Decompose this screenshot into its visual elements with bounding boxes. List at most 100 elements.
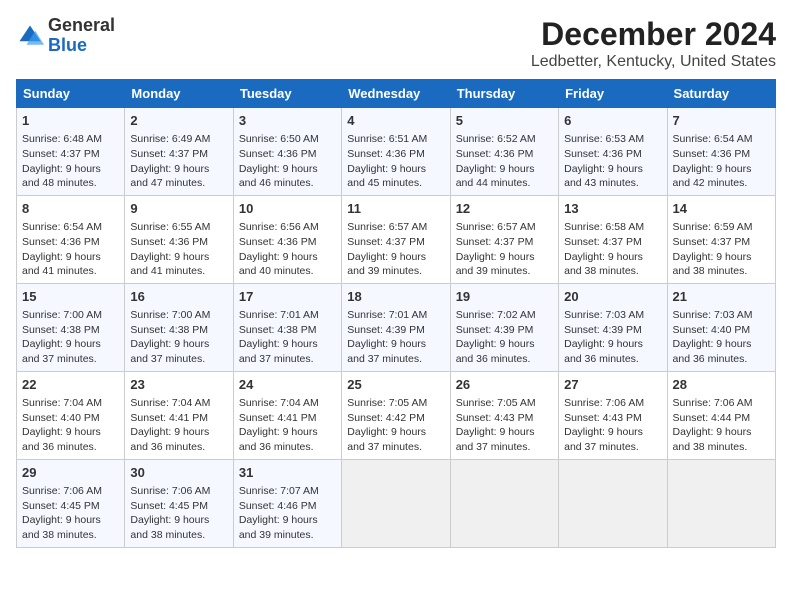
day-number: 29 — [22, 464, 119, 482]
day-info: Sunrise: 7:07 AMSunset: 4:46 PMDaylight:… — [239, 484, 336, 543]
day-cell: 25 Sunrise: 7:05 AMSunset: 4:42 PMDayligh… — [342, 371, 450, 459]
day-cell: 19Sunrise: 7:02 AMSunset: 4:39 PMDayligh… — [450, 283, 558, 371]
day-number: 31 — [239, 464, 336, 482]
day-info: Sunrise: 6:54 AMSunset: 4:36 PMDaylight:… — [673, 132, 770, 191]
week-row-4: 22 Sunrise: 7:04 AMSunset: 4:40 PMDayligh… — [17, 371, 776, 459]
day-number: 12 — [456, 200, 553, 218]
week-row-5: 29Sunrise: 7:06 AMSunset: 4:45 PMDayligh… — [17, 459, 776, 547]
day-number: 1 — [22, 112, 119, 130]
day-cell: 22 Sunrise: 7:04 AMSunset: 4:40 PMDayligh… — [17, 371, 125, 459]
subtitle: Ledbetter, Kentucky, United States — [531, 53, 776, 71]
day-info: Sunrise: 7:02 AMSunset: 4:39 PMDaylight:… — [456, 308, 553, 367]
day-number: 15 — [22, 288, 119, 306]
day-cell: 13 Sunrise: 6:58 AMSunset: 4:37 PMDayligh… — [559, 195, 667, 283]
day-info: Sunrise: 7:03 AMSunset: 4:40 PMDaylight:… — [673, 308, 770, 367]
day-info: Sunrise: 7:03 AMSunset: 4:39 PMDaylight:… — [564, 308, 661, 367]
day-info: Sunrise: 7:06 AMSunset: 4:44 PMDaylight:… — [673, 396, 770, 455]
day-info: Sunrise: 6:53 AMSunset: 4:36 PMDaylight:… — [564, 132, 661, 191]
header-day-thursday: Thursday — [450, 80, 558, 108]
day-info: Sunrise: 6:58 AMSunset: 4:37 PMDaylight:… — [564, 220, 661, 279]
day-cell: 31 Sunrise: 7:07 AMSunset: 4:46 PMDayligh… — [233, 459, 341, 547]
day-info: Sunrise: 6:50 AMSunset: 4:36 PMDaylight:… — [239, 132, 336, 191]
day-number: 22 — [22, 376, 119, 394]
day-info: Sunrise: 6:51 AMSunset: 4:36 PMDaylight:… — [347, 132, 444, 191]
logo-general: General — [48, 16, 115, 36]
day-number: 21 — [673, 288, 770, 306]
logo-icon — [16, 22, 44, 50]
day-info: Sunrise: 6:57 AMSunset: 4:37 PMDaylight:… — [456, 220, 553, 279]
header-day-friday: Friday — [559, 80, 667, 108]
day-info: Sunrise: 6:59 AMSunset: 4:37 PMDaylight:… — [673, 220, 770, 279]
day-info: Sunrise: 6:48 AMSunset: 4:37 PMDaylight:… — [22, 132, 119, 191]
header-day-tuesday: Tuesday — [233, 80, 341, 108]
day-cell: 5 Sunrise: 6:52 AMSunset: 4:36 PMDaylight… — [450, 108, 558, 196]
day-number: 8 — [22, 200, 119, 218]
week-row-2: 8Sunrise: 6:54 AMSunset: 4:36 PMDaylight… — [17, 195, 776, 283]
day-number: 14 — [673, 200, 770, 218]
day-info: Sunrise: 7:04 AMSunset: 4:40 PMDaylight:… — [22, 396, 119, 455]
header-day-wednesday: Wednesday — [342, 80, 450, 108]
day-cell: 21 Sunrise: 7:03 AMSunset: 4:40 PMDayligh… — [667, 283, 775, 371]
day-cell: 6 Sunrise: 6:53 AMSunset: 4:36 PMDaylight… — [559, 108, 667, 196]
day-info: Sunrise: 6:52 AMSunset: 4:36 PMDaylight:… — [456, 132, 553, 191]
day-number: 27 — [564, 376, 661, 394]
header-day-monday: Monday — [125, 80, 233, 108]
header: General Blue December 2024 Ledbetter, Ke… — [16, 16, 776, 71]
week-row-3: 15 Sunrise: 7:00 AMSunset: 4:38 PMDayligh… — [17, 283, 776, 371]
day-number: 17 — [239, 288, 336, 306]
day-cell: 27Sunrise: 7:06 AMSunset: 4:43 PMDayligh… — [559, 371, 667, 459]
day-cell: 24 Sunrise: 7:04 AMSunset: 4:41 PMDayligh… — [233, 371, 341, 459]
day-cell: 4 Sunrise: 6:51 AMSunset: 4:36 PMDaylight… — [342, 108, 450, 196]
day-cell: 28 Sunrise: 7:06 AMSunset: 4:44 PMDayligh… — [667, 371, 775, 459]
day-cell: 2 Sunrise: 6:49 AMSunset: 4:37 PMDaylight… — [125, 108, 233, 196]
day-cell: 3 Sunrise: 6:50 AMSunset: 4:36 PMDaylight… — [233, 108, 341, 196]
day-cell: 20Sunrise: 7:03 AMSunset: 4:39 PMDayligh… — [559, 283, 667, 371]
day-info: Sunrise: 6:49 AMSunset: 4:37 PMDaylight:… — [130, 132, 227, 191]
day-cell: 11Sunrise: 6:57 AMSunset: 4:37 PMDayligh… — [342, 195, 450, 283]
day-info: Sunrise: 7:04 AMSunset: 4:41 PMDaylight:… — [239, 396, 336, 455]
header-row: SundayMondayTuesdayWednesdayThursdayFrid… — [17, 80, 776, 108]
day-info: Sunrise: 7:01 AMSunset: 4:38 PMDaylight:… — [239, 308, 336, 367]
day-number: 2 — [130, 112, 227, 130]
day-cell: 14 Sunrise: 6:59 AMSunset: 4:37 PMDayligh… — [667, 195, 775, 283]
main-title: December 2024 — [531, 16, 776, 53]
logo-text: General Blue — [48, 16, 115, 56]
day-info: Sunrise: 7:05 AMSunset: 4:42 PMDaylight:… — [347, 396, 444, 455]
day-info: Sunrise: 7:01 AMSunset: 4:39 PMDaylight:… — [347, 308, 444, 367]
day-info: Sunrise: 7:00 AMSunset: 4:38 PMDaylight:… — [22, 308, 119, 367]
day-number: 9 — [130, 200, 227, 218]
day-number: 28 — [673, 376, 770, 394]
title-area: December 2024 Ledbetter, Kentucky, Unite… — [531, 16, 776, 71]
day-number: 7 — [673, 112, 770, 130]
day-number: 3 — [239, 112, 336, 130]
day-number: 30 — [130, 464, 227, 482]
day-cell: 18Sunrise: 7:01 AMSunset: 4:39 PMDayligh… — [342, 283, 450, 371]
day-number: 26 — [456, 376, 553, 394]
header-day-sunday: Sunday — [17, 80, 125, 108]
day-cell: 29Sunrise: 7:06 AMSunset: 4:45 PMDayligh… — [17, 459, 125, 547]
day-cell — [342, 459, 450, 547]
day-info: Sunrise: 6:56 AMSunset: 4:36 PMDaylight:… — [239, 220, 336, 279]
day-cell: 23Sunrise: 7:04 AMSunset: 4:41 PMDayligh… — [125, 371, 233, 459]
day-cell — [450, 459, 558, 547]
day-number: 24 — [239, 376, 336, 394]
day-cell: 10 Sunrise: 6:56 AMSunset: 4:36 PMDayligh… — [233, 195, 341, 283]
day-number: 13 — [564, 200, 661, 218]
day-info: Sunrise: 7:04 AMSunset: 4:41 PMDaylight:… — [130, 396, 227, 455]
day-number: 10 — [239, 200, 336, 218]
day-cell — [559, 459, 667, 547]
day-cell: 12 Sunrise: 6:57 AMSunset: 4:37 PMDayligh… — [450, 195, 558, 283]
day-cell — [667, 459, 775, 547]
day-cell: 16Sunrise: 7:00 AMSunset: 4:38 PMDayligh… — [125, 283, 233, 371]
day-info: Sunrise: 7:00 AMSunset: 4:38 PMDaylight:… — [130, 308, 227, 367]
day-cell: 8Sunrise: 6:54 AMSunset: 4:36 PMDaylight… — [17, 195, 125, 283]
calendar-table: SundayMondayTuesdayWednesdayThursdayFrid… — [16, 79, 776, 548]
day-cell: 15 Sunrise: 7:00 AMSunset: 4:38 PMDayligh… — [17, 283, 125, 371]
logo-blue: Blue — [48, 36, 115, 56]
day-number: 6 — [564, 112, 661, 130]
day-number: 25 — [347, 376, 444, 394]
day-cell: 1 Sunrise: 6:48 AMSunset: 4:37 PMDaylight… — [17, 108, 125, 196]
day-number: 4 — [347, 112, 444, 130]
day-number: 5 — [456, 112, 553, 130]
week-row-1: 1 Sunrise: 6:48 AMSunset: 4:37 PMDaylight… — [17, 108, 776, 196]
